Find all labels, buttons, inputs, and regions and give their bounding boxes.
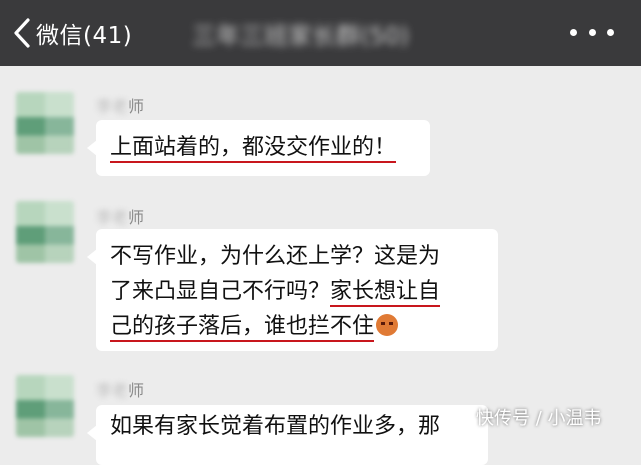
- message-line: 不写作业，为什么还上学？这是为: [110, 244, 441, 269]
- message-bubble[interactable]: 上面站着的，都没交作业的！: [87, 120, 430, 176]
- back-button[interactable]: 微信(41): [14, 16, 132, 50]
- message-bubble[interactable]: 不写作业，为什么还上学？这是为 了来凸显自己不行吗？家长想让自 己的孩子落后，谁…: [87, 229, 498, 351]
- more-dot-icon: [570, 28, 577, 36]
- message-text: 如果有家长觉着布置的作业多，那: [110, 414, 441, 439]
- message-bubble[interactable]: 如果有家长觉着布置的作业多，那: [87, 405, 488, 465]
- chevron-left-icon: [14, 18, 30, 48]
- message-line: 己的孩子落后，谁也拦不住: [110, 309, 484, 344]
- more-options-button[interactable]: [570, 24, 614, 40]
- sender-name: 李老师: [96, 381, 145, 400]
- avatar[interactable]: [16, 375, 74, 437]
- avatar[interactable]: [16, 201, 74, 263]
- more-dot-icon: [588, 28, 596, 36]
- chat-title: 三年三班家长群(50): [192, 16, 409, 50]
- avatar[interactable]: [16, 92, 74, 154]
- watermark: 快传号 / 小温韦: [476, 408, 602, 429]
- message-text: 上面站着的，都没交作业的！: [110, 135, 397, 163]
- message-line: 了来凸显自己不行吗？家长想让自: [110, 274, 484, 309]
- chat-header: 微信(41) 三年三班家长群(50): [0, 0, 641, 66]
- angry-face-icon: [376, 314, 399, 336]
- back-label: 微信(41): [36, 23, 133, 49]
- more-dot-icon: [607, 28, 614, 36]
- sender-name: 李老师: [96, 97, 145, 116]
- chat-title-text: 三年三班家长群(50): [192, 21, 410, 50]
- sender-name: 李老师: [96, 208, 145, 227]
